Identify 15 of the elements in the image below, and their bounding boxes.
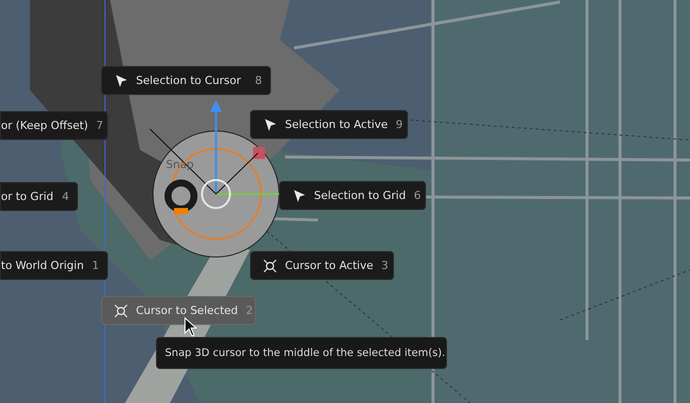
pie-menu-item[interactable]: to World Origin 1 xyxy=(0,251,108,280)
pie-menu-item[interactable]: Selection to Active 9 xyxy=(250,110,408,139)
pie-menu-item[interactable]: Cursor to Selected 2 xyxy=(101,296,256,325)
crosshair-icon xyxy=(114,304,128,318)
mouse-pointer-icon xyxy=(184,317,198,337)
pie-menu-item[interactable]: or to Grid 4 xyxy=(0,182,78,211)
pie-menu-item[interactable]: Selection to Cursor 8 xyxy=(101,66,271,95)
arrow-pointer-icon xyxy=(292,188,306,202)
crosshair-icon xyxy=(263,258,277,272)
arrow-pointer-icon xyxy=(114,74,128,88)
pie-menu-item[interactable]: Cursor to Active 3 xyxy=(250,251,394,280)
arrow-pointer-icon xyxy=(263,118,277,132)
pie-menu-item[interactable]: or (Keep Offset) 7 xyxy=(0,111,108,140)
tooltip: Snap 3D cursor to the middle of the selected item(s). xyxy=(156,337,447,369)
pie-menu-item[interactable]: Selection to Grid 6 xyxy=(279,181,426,210)
